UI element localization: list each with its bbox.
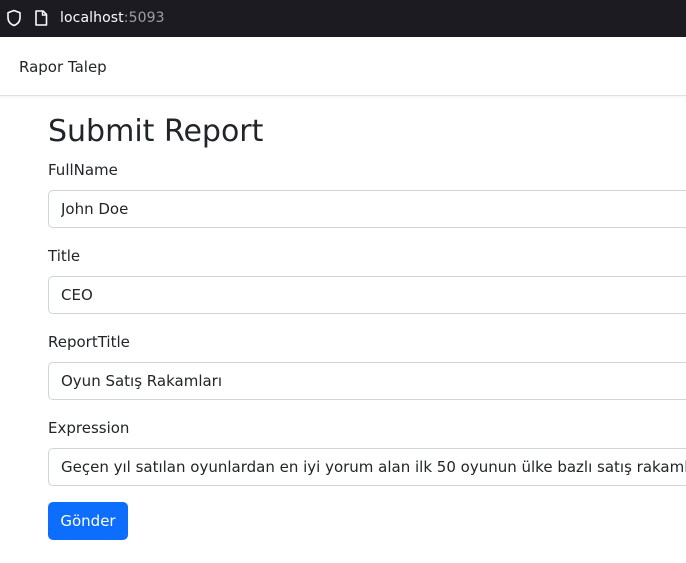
submit-button[interactable]: Gönder — [48, 502, 128, 540]
fullname-label: FullName — [48, 161, 118, 179]
navbar-brand[interactable]: Rapor Talep — [19, 56, 107, 78]
url-port: :5093 — [123, 10, 165, 26]
shield-icon[interactable] — [6, 9, 22, 27]
title-input[interactable] — [48, 276, 686, 314]
navbar: Rapor Talep — [0, 37, 686, 96]
browser-url-bar[interactable]: localhost:5093 — [0, 0, 686, 37]
expression-label: Expression — [48, 419, 130, 437]
expression-input[interactable] — [48, 448, 686, 486]
page-icon — [34, 10, 48, 26]
fullname-input[interactable] — [48, 190, 686, 228]
report-title-input[interactable] — [48, 362, 686, 400]
page-title: Submit Report — [48, 114, 264, 149]
title-label: Title — [48, 247, 81, 265]
url-host: localhost — [60, 10, 124, 26]
url-text[interactable]: localhost:5093 — [60, 9, 165, 27]
report-title-label: ReportTitle — [48, 333, 130, 351]
